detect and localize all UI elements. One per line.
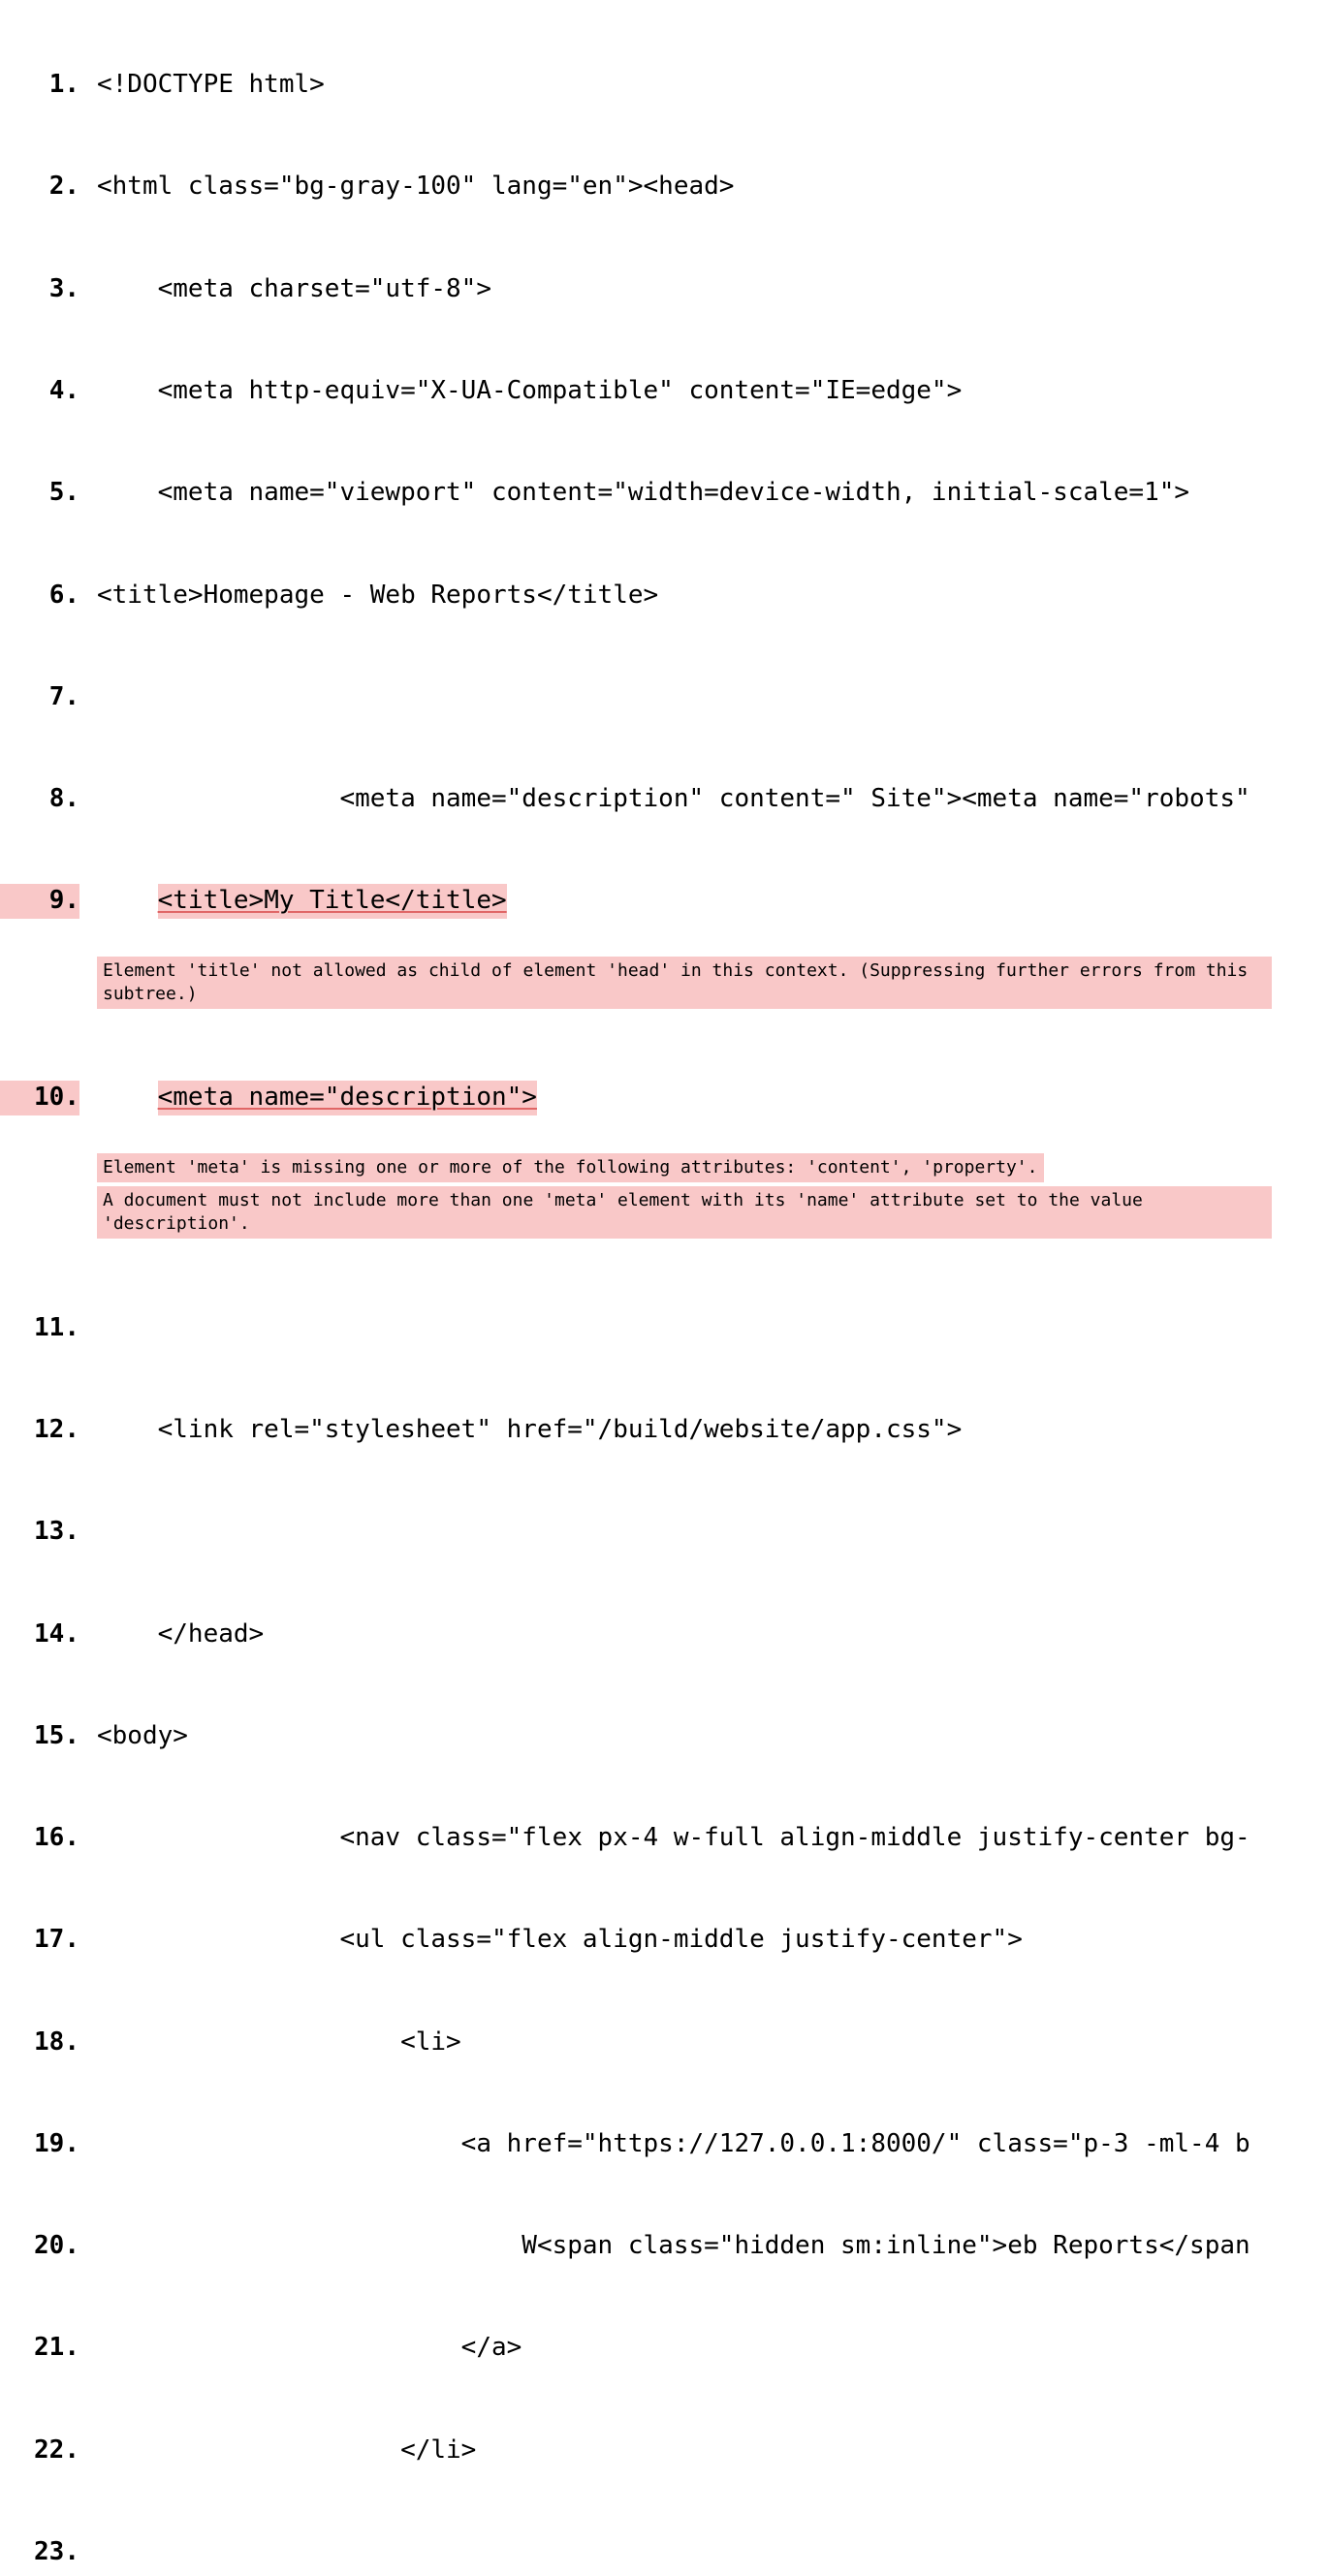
code-text: <li> — [97, 2027, 461, 2057]
code-line: </li> — [0, 2434, 1328, 2467]
code-line — [0, 1311, 1328, 1345]
code-text: <meta name="viewport" content="width=dev… — [97, 478, 1189, 507]
code-line: <ul class="flex align-middle justify-cen… — [0, 1923, 1328, 1957]
error-highlight: <meta name="description"> — [158, 1081, 537, 1115]
code-text: </li> — [97, 2435, 476, 2465]
code-text: <meta http-equiv="X-UA-Compatible" conte… — [97, 376, 962, 405]
code-text: <meta charset="utf-8"> — [97, 274, 491, 303]
validator-message: Element 'meta' is missing one or more of… — [97, 1153, 1044, 1182]
code-line: <meta http-equiv="X-UA-Compatible" conte… — [0, 374, 1328, 408]
code-text: </head> — [97, 1619, 264, 1649]
code-line: W<span class="hidden sm:inline">eb Repor… — [0, 2229, 1328, 2263]
code-text: <body> — [97, 1721, 188, 1750]
code-line: <html class="bg-gray-100" lang="en"><hea… — [0, 170, 1328, 204]
code-text: <ul class="flex align-middle justify-cen… — [97, 1925, 1023, 1954]
code-text — [97, 886, 158, 915]
code-line: <a href="https://127.0.0.1:8000/" class=… — [0, 2127, 1328, 2161]
code-line-error: <meta name="description"> — [0, 1081, 1328, 1115]
code-line: <title>Homepage - Web Reports</title> — [0, 579, 1328, 613]
source-listing: <meta name="description"> — [0, 1013, 1328, 1148]
code-line: <meta name="viewport" content="width=dev… — [0, 476, 1328, 510]
code-line-error: <title>My Title</title> — [0, 884, 1328, 918]
code-text — [97, 1083, 158, 1112]
error-highlight: <title>My Title</title> — [158, 884, 507, 918]
code-line: <body> — [0, 1719, 1328, 1753]
code-line: <li> — [0, 2026, 1328, 2059]
code-line: <nav class="flex px-4 w-full align-middl… — [0, 1821, 1328, 1855]
code-text: </a> — [97, 2333, 522, 2362]
validator-message: Element 'title' not allowed as child of … — [97, 957, 1272, 1010]
code-line: </head> — [0, 1618, 1328, 1651]
code-line — [0, 1515, 1328, 1549]
code-text: <a href="https://127.0.0.1:8000/" class=… — [97, 2129, 1250, 2158]
code-text: <nav class="flex px-4 w-full align-middl… — [97, 1823, 1250, 1852]
source-listing: <link rel="stylesheet" href="/build/webs… — [0, 1242, 1328, 2576]
code-line: <!DOCTYPE html> — [0, 68, 1328, 102]
code-line: <link rel="stylesheet" href="/build/webs… — [0, 1413, 1328, 1447]
code-line: <meta charset="utf-8"> — [0, 272, 1328, 306]
code-text: <html class="bg-gray-100" lang="en"><hea… — [97, 172, 734, 201]
code-line: </a> — [0, 2331, 1328, 2365]
code-text: <!DOCTYPE html> — [97, 70, 325, 99]
code-line — [0, 680, 1328, 714]
code-text: <link rel="stylesheet" href="/build/webs… — [97, 1415, 962, 1444]
code-text: W<span class="hidden sm:inline">eb Repor… — [97, 2231, 1250, 2260]
validator-message: A document must not include more than on… — [97, 1186, 1272, 1240]
code-text: <title>Homepage - Web Reports</title> — [97, 581, 658, 610]
source-listing: <!DOCTYPE html> <html class="bg-gray-100… — [0, 0, 1328, 953]
code-text: <meta name="description" content=" Site"… — [97, 784, 1250, 813]
code-line: <meta name="description" content=" Site"… — [0, 782, 1328, 816]
code-line — [0, 2535, 1328, 2569]
